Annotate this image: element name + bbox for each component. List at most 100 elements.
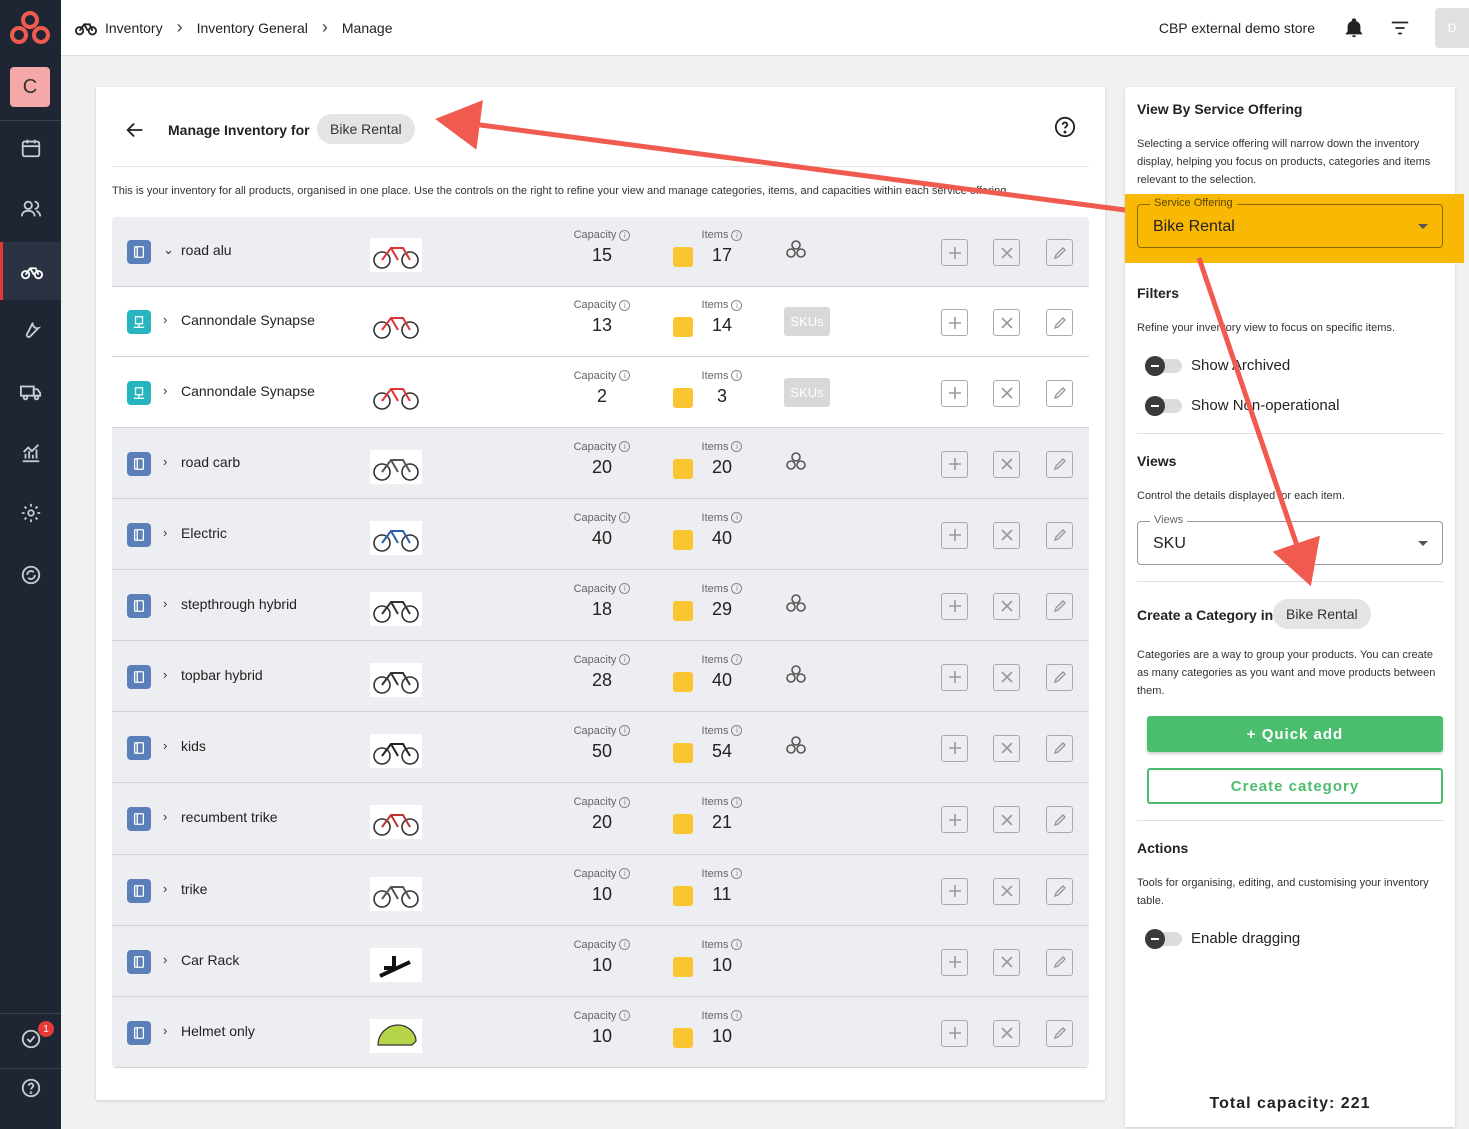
breadcrumb-inventory-general[interactable]: Inventory General [197,20,308,36]
edit-button[interactable] [1046,521,1073,549]
nav-calendar[interactable] [0,119,61,177]
edit-button[interactable] [1046,592,1073,620]
skus-chip[interactable]: SKUs [784,307,830,336]
add-button[interactable] [941,592,968,620]
category-row[interactable]: › recumbent trike Capacity i 20 Items i 21 [112,783,1089,855]
info-icon[interactable]: i [619,868,631,879]
category-row[interactable]: › road carb Capacity i 20 Items i 20 [112,428,1089,499]
chevron-right-icon[interactable]: › [163,312,167,327]
show-archived-toggle[interactable] [1145,355,1182,376]
info-icon[interactable]: i [619,370,631,381]
chevron-right-icon[interactable]: › [163,454,167,469]
breadcrumb-manage[interactable]: Manage [342,20,393,36]
product-row[interactable]: › Cannondale Synapse Capacity i 2 Items i 3 SKUs [112,357,1089,428]
nav-settings[interactable] [0,484,61,542]
info-icon[interactable]: i [731,370,743,381]
info-icon[interactable]: i [619,512,631,523]
add-button[interactable] [941,948,968,976]
remove-button[interactable] [993,521,1020,549]
remove-button[interactable] [993,239,1020,266]
enable-dragging-toggle-row[interactable]: Enable dragging [1145,928,1300,949]
add-button[interactable] [941,806,968,833]
remove-button[interactable] [993,663,1020,691]
create-category-button[interactable]: Create category [1147,768,1443,804]
nav-integrations[interactable] [0,546,61,604]
info-icon[interactable]: i [731,441,743,452]
nav-help[interactable] [0,1059,61,1117]
info-icon[interactable]: i [731,939,743,950]
edit-button[interactable] [1046,734,1073,762]
info-icon[interactable]: i [619,725,631,736]
breadcrumb-inventory[interactable]: Inventory [105,20,163,36]
edit-button[interactable] [1046,877,1073,905]
info-icon[interactable]: i [619,939,631,950]
info-icon[interactable]: i [619,229,631,241]
chevron-right-icon[interactable]: › [163,881,167,896]
app-logo[interactable] [8,10,52,46]
show-archived-toggle-row[interactable]: Show Archived [1145,355,1290,376]
bell-icon[interactable] [1343,17,1365,39]
info-icon[interactable]: i [731,512,743,523]
remove-button[interactable] [993,450,1020,478]
edit-button[interactable] [1046,663,1073,691]
add-button[interactable] [941,521,968,549]
edit-button[interactable] [1046,309,1073,336]
quick-add-button[interactable]: + Quick add [1147,716,1443,752]
nav-inventory[interactable] [0,242,61,300]
category-row[interactable]: › trike Capacity i 10 Items i 11 [112,855,1089,926]
nav-customers[interactable] [0,180,61,238]
add-button[interactable] [941,1019,968,1047]
show-non-operational-toggle[interactable] [1145,395,1182,416]
chevron-down-icon[interactable]: ⌄ [163,242,174,258]
info-icon[interactable]: i [619,299,631,311]
edit-button[interactable] [1046,948,1073,976]
product-row[interactable]: › Cannondale Synapse Capacity i 13 Items i 14 SK… [112,287,1089,357]
category-row[interactable]: › Car Rack Capacity i 10 Items i 10 [112,926,1089,997]
help-icon[interactable] [1054,116,1076,138]
info-icon[interactable]: i [619,796,631,808]
filter-icon[interactable] [1389,17,1411,39]
account-avatar[interactable]: C [10,67,50,107]
chevron-right-icon[interactable]: › [163,952,167,967]
category-row[interactable]: › stepthrough hybrid Capacity i 18 Items i 29 [112,570,1089,641]
info-icon[interactable]: i [619,654,631,665]
store-selector[interactable]: CBP external demo store [1159,20,1315,36]
info-icon[interactable]: i [731,796,743,808]
category-row[interactable]: › Electric Capacity i 40 Items i 40 [112,499,1089,570]
add-button[interactable] [941,877,968,905]
nav-delivery[interactable] [0,363,61,421]
edit-button[interactable] [1046,1019,1073,1047]
info-icon[interactable]: i [731,229,743,241]
edit-button[interactable] [1046,450,1073,478]
views-select[interactable]: Views SKU [1137,514,1443,565]
chevron-right-icon[interactable]: › [163,738,167,753]
add-button[interactable] [941,239,968,266]
chevron-right-icon[interactable]: › [163,667,167,682]
skus-chip[interactable]: SKUs [784,377,830,407]
info-icon[interactable]: i [731,299,743,311]
info-icon[interactable]: i [731,725,743,736]
remove-button[interactable] [993,734,1020,762]
chevron-right-icon[interactable]: › [163,596,167,611]
back-arrow-icon[interactable] [124,119,146,141]
remove-button[interactable] [993,1019,1020,1047]
add-button[interactable] [941,379,968,407]
add-button[interactable] [941,734,968,762]
chevron-right-icon[interactable]: › [163,383,167,398]
info-icon[interactable]: i [731,583,743,594]
chevron-right-icon[interactable]: › [163,809,167,824]
nav-reports[interactable] [0,424,61,482]
remove-button[interactable] [993,806,1020,833]
remove-button[interactable] [993,877,1020,905]
edit-button[interactable] [1046,806,1073,833]
info-icon[interactable]: i [731,654,743,665]
remove-button[interactable] [993,948,1020,976]
user-avatar[interactable]: D [1435,8,1469,48]
chevron-right-icon[interactable]: › [163,525,167,540]
chevron-right-icon[interactable]: › [163,1023,167,1038]
info-icon[interactable]: i [619,583,631,594]
remove-button[interactable] [993,379,1020,407]
info-icon[interactable]: i [731,868,743,879]
enable-dragging-toggle[interactable] [1145,928,1182,949]
edit-button[interactable] [1046,239,1073,266]
